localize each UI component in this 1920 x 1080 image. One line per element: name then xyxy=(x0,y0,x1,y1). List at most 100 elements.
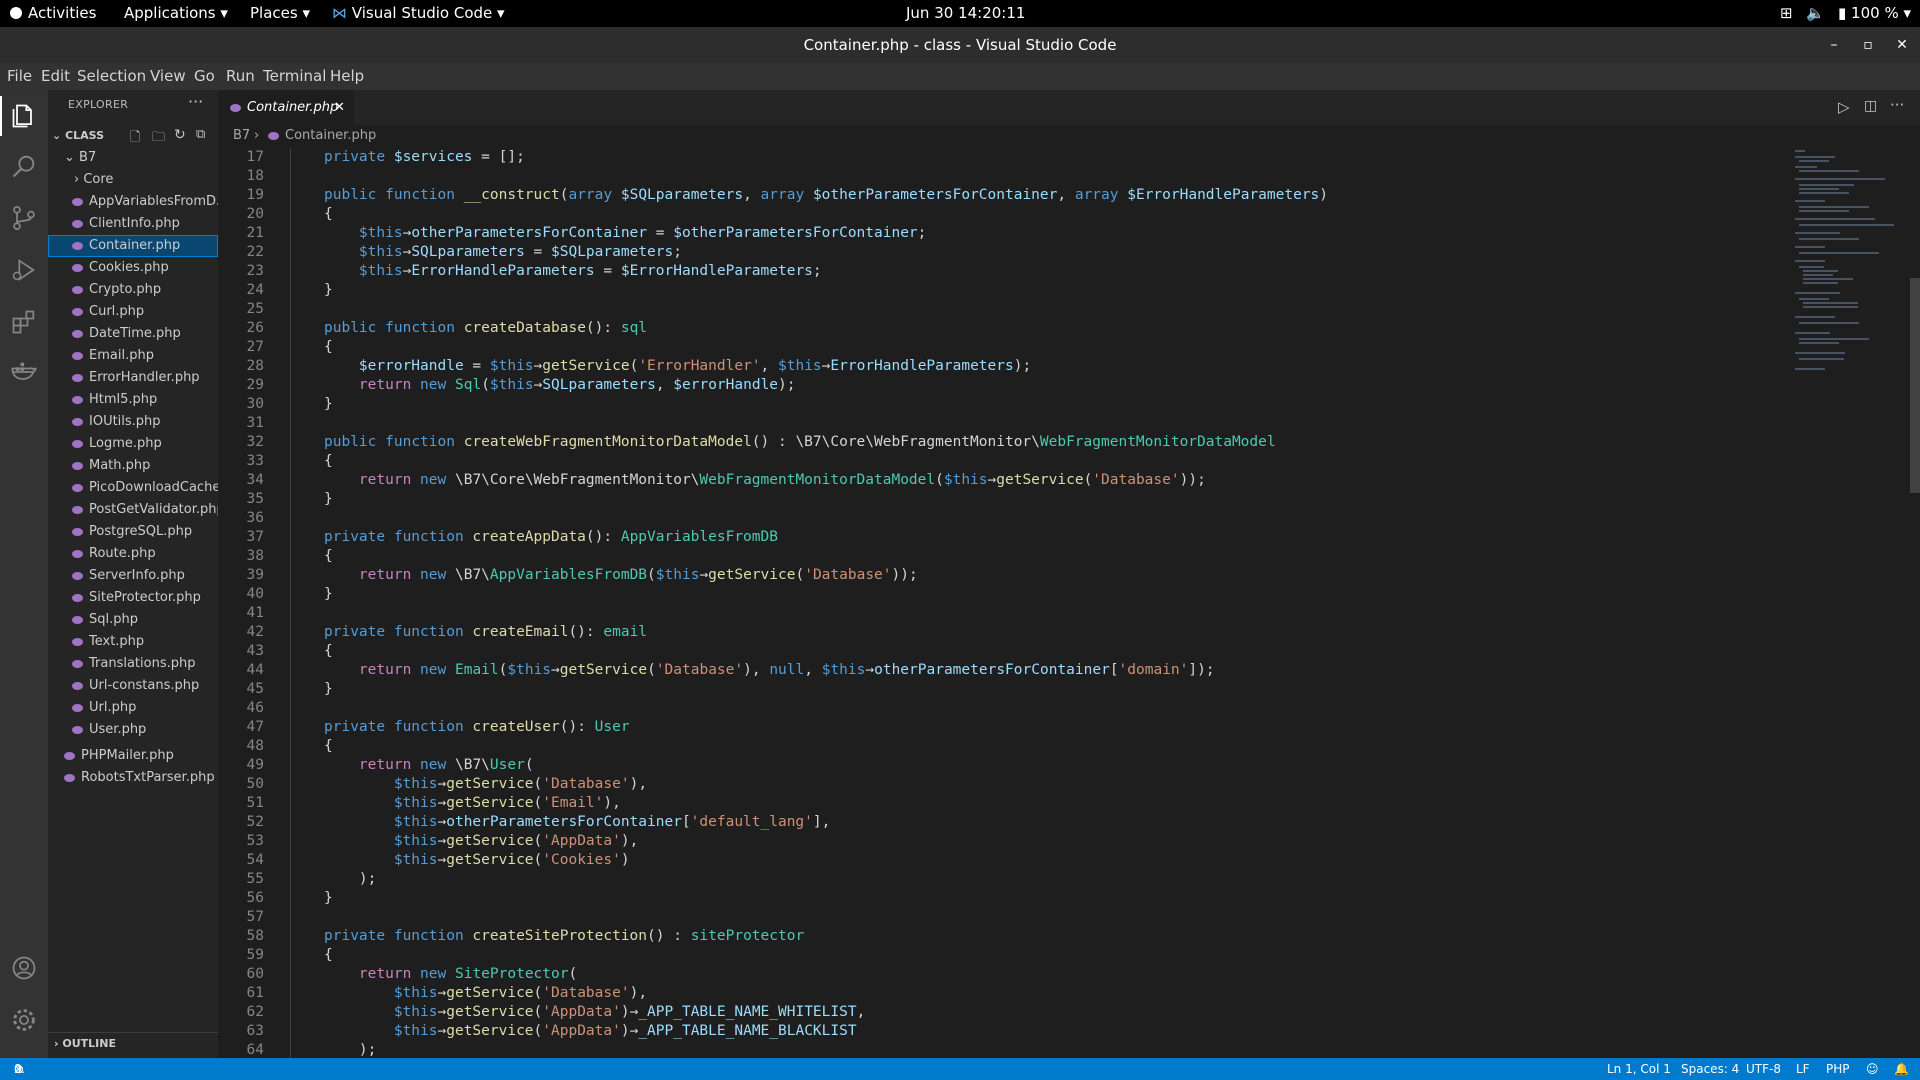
run-debug-icon[interactable] xyxy=(10,256,38,284)
indentation[interactable]: Spaces: 4 xyxy=(1681,1058,1739,1080)
list-item[interactable]: Url.php xyxy=(48,697,218,719)
file-label: ClientInfo.php xyxy=(89,216,180,231)
list-item[interactable]: PostGetValidator.php xyxy=(48,499,218,521)
menu-file[interactable]: File xyxy=(7,67,32,85)
close-window-button[interactable]: ✕ xyxy=(1885,27,1919,63)
docker-icon[interactable] xyxy=(10,358,38,386)
explorer-icon[interactable] xyxy=(10,102,38,130)
folder-core[interactable]: › Core xyxy=(48,169,218,191)
menu-terminal[interactable]: Terminal xyxy=(263,67,326,85)
menu-help[interactable]: Help xyxy=(330,67,364,85)
list-item[interactable]: Container.php xyxy=(48,235,218,257)
list-item[interactable]: IOUtils.php xyxy=(48,411,218,433)
menu-run[interactable]: Run xyxy=(226,67,255,85)
file-label: Url-constans.php xyxy=(89,678,200,693)
cursor-position[interactable]: Ln 1, Col 1 xyxy=(1607,1058,1671,1080)
list-item[interactable]: Logme.php xyxy=(48,433,218,455)
file-label: Container.php xyxy=(89,238,181,253)
collapse-all-icon[interactable]: ⧉ xyxy=(196,127,205,142)
list-item[interactable]: PicoDownloadCache... xyxy=(48,477,218,499)
app-menu[interactable]: ⋈ Visual Studio Code ▾ xyxy=(332,4,505,22)
explorer-more-icon[interactable]: ··· xyxy=(188,92,203,111)
close-tab-icon[interactable]: ✕ xyxy=(334,90,345,125)
list-item[interactable]: PostgreSQL.php xyxy=(48,521,218,543)
file-label: PostGetValidator.php xyxy=(89,502,218,517)
php-file-icon xyxy=(72,483,83,492)
list-item[interactable]: Translations.php xyxy=(48,653,218,675)
run-icon[interactable]: ▷ xyxy=(1838,98,1850,116)
chevron-down-icon: ⌄ xyxy=(64,150,75,165)
php-file-icon xyxy=(72,285,83,294)
menu-go[interactable]: Go xyxy=(194,67,215,85)
accounts-icon[interactable] xyxy=(10,954,38,982)
maximize-button[interactable]: ▫ xyxy=(1851,27,1885,63)
list-item[interactable]: Crypto.php xyxy=(48,279,218,301)
list-item[interactable]: ClientInfo.php xyxy=(48,213,218,235)
chevron-right-icon: › xyxy=(254,128,260,143)
battery-indicator[interactable]: ▮ 100 % ▾ xyxy=(1838,4,1911,22)
list-item[interactable]: Text.php xyxy=(48,631,218,653)
list-item[interactable]: Curl.php xyxy=(48,301,218,323)
search-icon[interactable] xyxy=(10,152,38,180)
file-label: Curl.php xyxy=(89,304,145,319)
breadcrumb-file[interactable]: Container.php xyxy=(268,125,376,147)
minimize-button[interactable]: – xyxy=(1817,27,1851,63)
menu-selection[interactable]: Selection xyxy=(77,67,146,85)
list-item[interactable]: Sql.php xyxy=(48,609,218,631)
source-control-icon[interactable] xyxy=(10,204,38,232)
file-label: ServerInfo.php xyxy=(89,568,185,583)
list-item[interactable]: Route.php xyxy=(48,543,218,565)
encoding[interactable]: UTF-8 xyxy=(1746,1058,1781,1080)
list-item[interactable]: Url-constans.php xyxy=(48,675,218,697)
explorer-sidebar: EXPLORER ··· ⌄ CLASS 🗋 🗀 ↻ ⧉ ⌄ B7 › Core… xyxy=(48,90,218,1058)
places-menu[interactable]: Places ▾ xyxy=(250,4,310,22)
editor-area: Container.php ✕ ▷ ◫ ··· B7 › Container.p… xyxy=(218,90,1920,1058)
activities-button[interactable]: Activities xyxy=(10,4,96,22)
line-ending[interactable]: LF xyxy=(1796,1058,1810,1080)
list-item[interactable]: User.php xyxy=(48,719,218,741)
list-item[interactable]: DateTime.php xyxy=(48,323,218,345)
refresh-icon[interactable]: ↻ xyxy=(174,127,186,143)
split-editor-icon[interactable]: ◫ xyxy=(1864,98,1877,114)
list-item[interactable]: Math.php xyxy=(48,455,218,477)
list-item[interactable]: Cookies.php xyxy=(48,257,218,279)
php-file-icon xyxy=(64,773,75,782)
notifications-bell-icon[interactable]: 🔔 xyxy=(1894,1058,1909,1080)
extensions-icon[interactable] xyxy=(10,308,38,336)
list-item[interactable]: SiteProtector.php xyxy=(48,587,218,609)
active-indicator xyxy=(0,96,2,136)
section-outline[interactable]: › OUTLINE xyxy=(48,1032,218,1055)
scrollbar-thumb[interactable] xyxy=(1910,278,1920,493)
list-item[interactable]: AppVariablesFromD... xyxy=(48,191,218,213)
tab-container-php[interactable]: Container.php ✕ xyxy=(218,90,354,125)
activity-bar xyxy=(0,90,48,1058)
settings-gear-icon[interactable] xyxy=(10,1006,38,1034)
php-file-icon xyxy=(72,439,83,448)
language-mode[interactable]: PHP xyxy=(1826,1058,1850,1080)
minimap[interactable] xyxy=(1793,148,1913,1058)
menu-bar: File Edit Selection View Go Run Terminal… xyxy=(0,63,1920,90)
menu-view[interactable]: View xyxy=(150,67,186,85)
php-file-icon xyxy=(72,219,83,228)
list-item[interactable]: Html5.php xyxy=(48,389,218,411)
file-label: Url.php xyxy=(89,700,137,715)
vertical-scrollbar[interactable] xyxy=(1908,148,1920,1058)
breadcrumb-b7[interactable]: B7 xyxy=(233,125,250,147)
list-item[interactable]: ErrorHandler.php xyxy=(48,367,218,389)
folder-b7[interactable]: ⌄ B7 xyxy=(48,147,218,169)
more-actions-icon[interactable]: ··· xyxy=(1890,96,1904,114)
feedback-icon[interactable]: ☺ xyxy=(1866,1058,1879,1080)
list-item[interactable]: Email.php xyxy=(48,345,218,367)
clock[interactable]: Jun 30 14:20:11 xyxy=(906,4,1025,22)
code-editor[interactable]: 17 private $services = []; 18 19 public fu… xyxy=(218,148,1778,1058)
volume-icon[interactable]: 🔈 xyxy=(1806,4,1825,22)
window-title: Container.php - class - Visual Studio Co… xyxy=(803,36,1117,54)
list-item[interactable]: RobotsTxtParser.php xyxy=(48,767,218,789)
php-file-icon xyxy=(72,417,83,426)
applications-menu[interactable]: Applications ▾ xyxy=(124,4,228,22)
php-file-icon xyxy=(72,395,83,404)
network-icon[interactable]: ⊞ xyxy=(1780,4,1793,22)
list-item[interactable]: PHPMailer.php xyxy=(48,745,218,767)
menu-edit[interactable]: Edit xyxy=(41,67,70,85)
list-item[interactable]: ServerInfo.php xyxy=(48,565,218,587)
